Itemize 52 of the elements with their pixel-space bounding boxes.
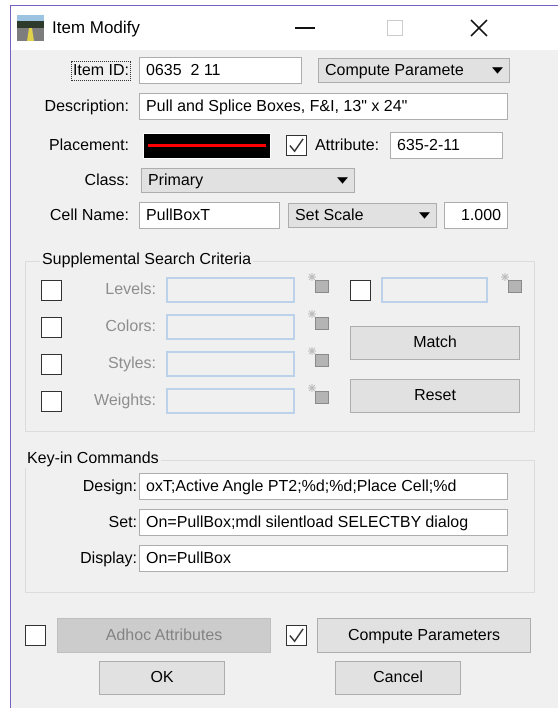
scale-dropdown[interactable]: Set Scale — [288, 203, 437, 228]
field-label: Design: — [82, 476, 138, 496]
field-label: Item ID: — [70, 60, 131, 80]
command-field[interactable]: On=PullBox — [139, 545, 508, 572]
minimize-icon[interactable] — [294, 27, 315, 29]
picker-icon[interactable] — [308, 273, 330, 295]
cell-name-field[interactable]: PullBoxT — [139, 202, 280, 229]
picker-icon[interactable] — [308, 347, 330, 369]
checkbox[interactable] — [286, 625, 307, 646]
attribute-field[interactable]: 635-2-11 — [390, 132, 504, 159]
compute-dropdown[interactable]: Compute Paramete — [318, 58, 510, 83]
field-label: Levels: — [104, 281, 156, 299]
field-label: Display: — [79, 548, 138, 568]
checkbox[interactable] — [286, 135, 307, 156]
criteria-field[interactable] — [381, 277, 488, 303]
group-title: Supplemental Search Criteria — [40, 251, 253, 269]
command-field[interactable]: On=PullBox;mdl silentload SELECTBY dialog — [139, 509, 508, 536]
window-title: Item Modify — [52, 18, 140, 38]
field-label: Attribute: — [314, 136, 380, 156]
scale-field[interactable]: 1.000 — [444, 202, 508, 229]
field-label: Class: — [84, 170, 130, 190]
checkbox[interactable] — [350, 280, 371, 300]
dialog-button[interactable]: OK — [99, 661, 225, 695]
group-title: Key-in Commands — [25, 450, 161, 468]
field-label: Cell Name: — [48, 206, 130, 226]
dialog-button[interactable]: Reset — [350, 379, 520, 413]
road-icon — [17, 15, 44, 41]
picker-icon[interactable] — [308, 310, 330, 332]
criteria-field[interactable] — [166, 351, 295, 377]
description-field[interactable]: Pull and Splice Boxes, F&I, 13" x 24" — [139, 93, 508, 120]
field-label: Styles: — [106, 355, 156, 373]
dialog-button[interactable]: Cancel — [335, 661, 461, 695]
compute-parameters-button[interactable]: Compute Parameters — [317, 618, 531, 653]
caret-icon — [419, 212, 430, 219]
picker-icon[interactable] — [308, 384, 330, 406]
line-style-swatch[interactable] — [143, 132, 271, 158]
field-label: Set: — [108, 512, 138, 532]
criteria-field[interactable] — [166, 277, 295, 303]
class-dropdown[interactable]: Primary — [141, 168, 355, 193]
field-label: Description: — [44, 96, 130, 116]
criteria-field[interactable] — [166, 388, 295, 414]
command-field[interactable]: oxT;Active Angle PT2;%d;%d;Place Cell;%d — [139, 473, 508, 500]
field-label: Colors: — [104, 318, 156, 336]
picker-icon[interactable] — [501, 273, 523, 295]
caret-icon — [492, 67, 503, 74]
field-label: Placement: — [48, 136, 130, 156]
dialog-button[interactable]: Match — [350, 326, 520, 360]
close-icon[interactable] — [470, 19, 488, 37]
field-label: Weights: — [93, 392, 156, 410]
caret-icon — [337, 177, 348, 184]
criteria-field[interactable] — [166, 314, 295, 340]
item-id-field[interactable]: 0635 2 11 — [139, 57, 302, 84]
